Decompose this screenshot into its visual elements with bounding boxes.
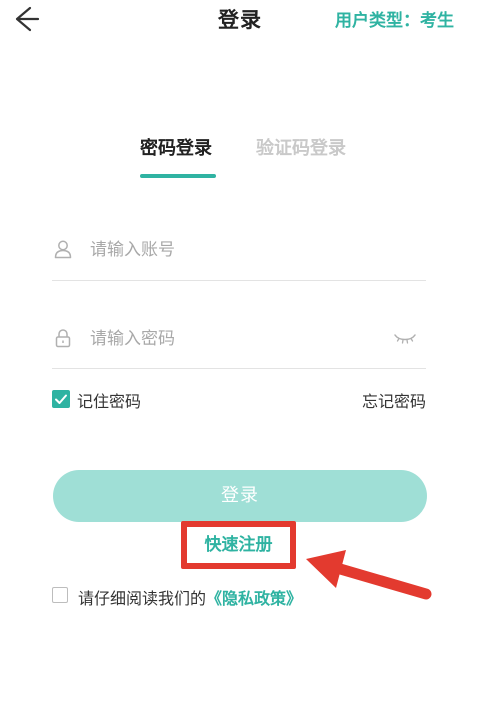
eye-closed-icon[interactable] — [393, 330, 417, 350]
tab-sms-code-login[interactable]: 验证码登录 — [256, 134, 346, 160]
privacy-policy-link[interactable]: 《隐私政策》 — [206, 589, 302, 608]
privacy-checkbox[interactable] — [52, 587, 68, 603]
tab-password-login[interactable]: 密码登录 — [140, 134, 212, 160]
account-divider — [52, 280, 426, 281]
login-button[interactable]: 登录 — [53, 470, 427, 522]
user-icon — [52, 238, 74, 264]
password-divider — [52, 368, 426, 369]
forgot-password-link[interactable]: 忘记密码 — [362, 388, 426, 412]
account-input[interactable] — [90, 237, 420, 263]
annotation-arrow-icon — [306, 550, 432, 600]
check-icon — [55, 394, 67, 404]
password-input[interactable] — [90, 326, 380, 352]
active-tab-indicator — [140, 174, 216, 178]
remember-password-checkbox[interactable] — [52, 390, 70, 408]
user-type-label[interactable]: 用户类型：考生 — [335, 6, 454, 31]
lock-icon — [52, 327, 74, 353]
privacy-prefix: 请仔细阅读我们的 — [78, 589, 207, 608]
quick-register-link[interactable]: 快速注册 — [181, 521, 296, 569]
privacy-agreement-text: 请仔细阅读我们的《隐私政策》 — [78, 585, 302, 609]
remember-password-label[interactable]: 记住密码 — [77, 388, 141, 412]
